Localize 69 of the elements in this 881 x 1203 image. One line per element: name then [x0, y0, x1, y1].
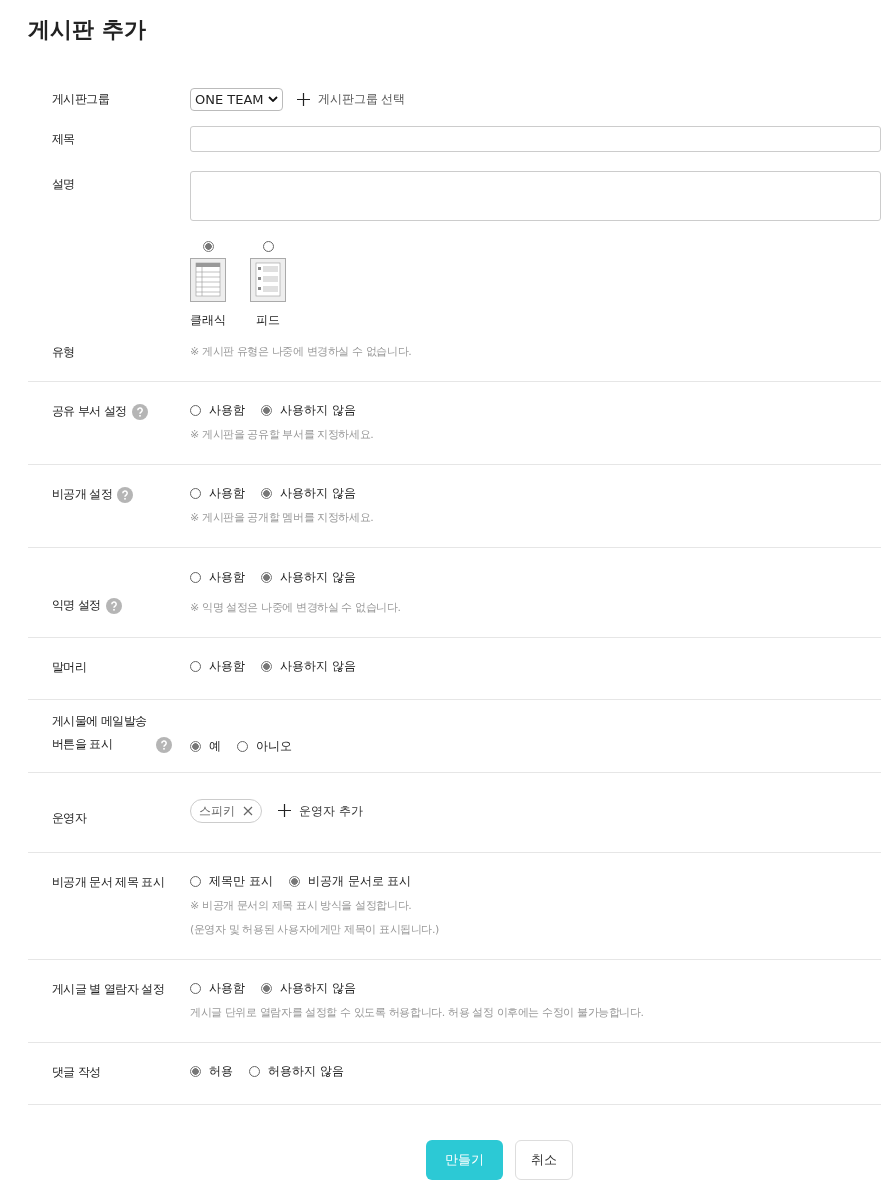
- radio-button[interactable]: [190, 1065, 201, 1077]
- description-input[interactable]: [190, 171, 881, 221]
- radio-label[interactable]: 사용하지 않음: [280, 400, 356, 420]
- radio-button[interactable]: [288, 875, 300, 887]
- type-label: 피드: [256, 312, 280, 329]
- radio-button[interactable]: [262, 241, 274, 252]
- radio-button[interactable]: [190, 875, 201, 887]
- plus-icon: [296, 92, 310, 106]
- field-label: 비공개 문서 제목 표시: [52, 874, 165, 891]
- plus-icon: [278, 804, 291, 817]
- field-label: 제목: [51, 131, 76, 148]
- table-layout-icon[interactable]: [190, 258, 226, 302]
- radio-label[interactable]: 예: [209, 736, 221, 756]
- note-text: ※ 익명 설정은 나중에 변경하실 수 없습니다.: [190, 600, 401, 616]
- field-label: 공유 부서 설정: [52, 403, 127, 420]
- field-label: 게시물에 메일발송 버튼을 표시: [52, 713, 148, 753]
- title-input[interactable]: [190, 126, 881, 152]
- radio-button[interactable]: [261, 660, 272, 672]
- note-text: ※ 게시판을 공유할 부서를 지정하세요.: [190, 427, 374, 443]
- radio-label[interactable]: 사용하지 않음: [280, 567, 356, 587]
- radio-label[interactable]: 허용: [209, 1061, 233, 1081]
- radio-label[interactable]: 사용함: [209, 656, 245, 676]
- page-title: 게시판 추가: [28, 16, 147, 44]
- radio-button[interactable]: [261, 571, 272, 583]
- radio-label[interactable]: 사용하지 않음: [280, 483, 356, 503]
- note-text: ※ 게시판 유형은 나중에 변경하실 수 없습니다.: [190, 344, 412, 360]
- field-label: 유형: [51, 344, 76, 361]
- close-icon[interactable]: [243, 805, 253, 816]
- field-label: 설명: [51, 176, 76, 193]
- group-select[interactable]: ONE TEAM: [190, 87, 283, 111]
- note-text: ※ 게시판을 공개할 멤버를 지정하세요.: [190, 510, 374, 526]
- radio-button[interactable]: [202, 241, 214, 252]
- radio-button[interactable]: [190, 487, 201, 499]
- radio-button[interactable]: [190, 404, 201, 416]
- radio-label[interactable]: 사용함: [209, 483, 245, 503]
- type-label: 클래식: [190, 312, 226, 329]
- field-label: 운영자: [52, 810, 87, 827]
- field-label: 익명 설정: [52, 597, 101, 614]
- field-label: 비공개 설정: [52, 486, 113, 503]
- field-label: 댓글 작성: [52, 1064, 101, 1081]
- radio-button[interactable]: [261, 982, 272, 994]
- field-label: 게시글 별 열람자 설정: [52, 981, 165, 998]
- field-label: 말머리: [52, 659, 87, 676]
- radio-label[interactable]: 제목만 표시: [209, 871, 273, 891]
- radio-label[interactable]: 비공개 문서로 표시: [307, 871, 412, 891]
- radio-label[interactable]: 사용함: [209, 400, 245, 420]
- radio-button[interactable]: [190, 982, 201, 994]
- radio-button[interactable]: [190, 571, 201, 583]
- add-operator-link[interactable]: 운영자 추가: [278, 800, 363, 821]
- radio-label[interactable]: 사용하지 않음: [280, 978, 356, 998]
- radio-label[interactable]: 아니오: [256, 736, 292, 756]
- radio-button[interactable]: [237, 740, 248, 752]
- radio-button[interactable]: [190, 740, 201, 752]
- radio-button[interactable]: [190, 660, 201, 672]
- add-group-link[interactable]: 게시판그룹 선택: [296, 90, 406, 108]
- radio-label[interactable]: 허용하지 않음: [268, 1061, 344, 1081]
- note-text: ※ 비공개 문서의 제목 표시 방식을 설정합니다.: [190, 898, 413, 914]
- list-layout-icon[interactable]: [250, 258, 286, 302]
- cancel-button[interactable]: 취소: [515, 1140, 573, 1180]
- radio-label[interactable]: 사용하지 않음: [280, 656, 356, 676]
- radio-button[interactable]: [261, 487, 272, 499]
- note-text: (운영자 및 허용된 사용자에게만 제목이 표시됩니다.): [190, 922, 439, 938]
- radio-label[interactable]: 사용함: [209, 567, 245, 587]
- radio-button[interactable]: [249, 1065, 260, 1077]
- radio-button[interactable]: [261, 404, 272, 416]
- radio-label[interactable]: 사용함: [209, 978, 245, 998]
- note-text: 게시글 단위로 열람자를 설정할 수 있도록 허용합니다. 허용 설정 이후에는 수정이 불가능합니다.: [190, 1005, 644, 1021]
- caret-icon: [267, 96, 278, 102]
- field-label: 게시판그룹: [51, 91, 110, 108]
